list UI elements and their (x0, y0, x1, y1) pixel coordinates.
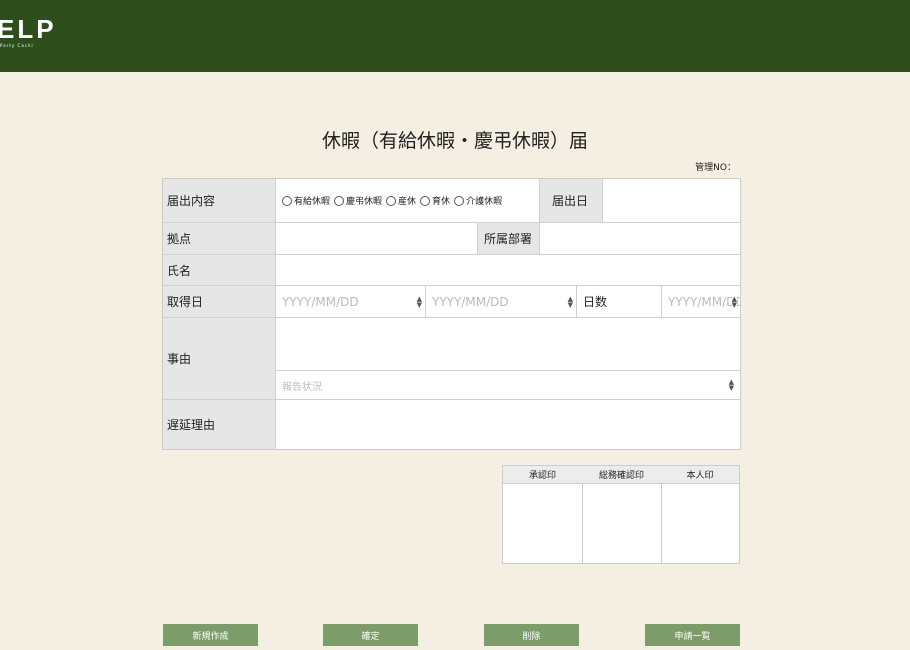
acquisition-date-label: 取得日 (163, 286, 276, 318)
radio-nursing-leave[interactable]: 介護休暇 (454, 194, 502, 207)
dept-input[interactable] (540, 223, 740, 255)
dept-label: 所属部署 (477, 223, 540, 255)
stamp-header-approval: 承認印 (503, 466, 582, 484)
logo[interactable]: ELP (0, 14, 57, 45)
leave-request-form: 届出内容 有給休暇 慶弔休暇 産休 育休 介護休暇 届出日 拠点 所属部署 氏名… (162, 178, 741, 450)
days-label: 日数 (577, 286, 662, 318)
radio-circle-icon (420, 195, 431, 206)
radio-paid-leave[interactable]: 有給休暇 (282, 194, 330, 207)
radio-circle-icon (454, 195, 465, 206)
management-no-label: 管理NO： (695, 163, 736, 173)
stamp-header-self: 本人印 (661, 466, 739, 484)
new-button[interactable]: 新規作成 (163, 624, 258, 646)
radio-circle-icon (386, 195, 397, 206)
app-header: ELP Party Cachi (0, 0, 910, 72)
radio-circle-icon (282, 195, 292, 206)
days-input[interactable]: YYYY/MM/DD ▲ ▼ (662, 286, 740, 318)
radio-circle-icon (334, 195, 345, 206)
spinner-icon[interactable]: ▲ ▼ (417, 295, 422, 308)
name-label: 氏名 (163, 255, 276, 286)
base-input[interactable] (276, 223, 477, 255)
start-date-input[interactable]: YYYY/MM/DD ▲ ▼ (276, 286, 426, 318)
stamp-area: 承認印 総務確認印 本人印 (502, 465, 740, 564)
name-input[interactable] (276, 255, 740, 286)
base-label: 拠点 (163, 223, 276, 255)
request-list-button[interactable]: 申請一覧 (645, 624, 740, 646)
radio-childcare-leave[interactable]: 育休 (420, 194, 450, 207)
reason-label: 事由 (163, 318, 276, 400)
end-date-input[interactable]: YYYY/MM/DD ▲ ▼ (426, 286, 577, 318)
stamp-header-general-affairs: 総務確認印 (582, 466, 661, 484)
spinner-icon[interactable]: ▲ ▼ (568, 295, 573, 308)
delete-button[interactable]: 削除 (484, 624, 579, 646)
notice-content-label: 届出内容 (163, 179, 276, 223)
report-status-select[interactable]: 報告状況 ▲ ▼ (276, 371, 740, 400)
confirm-button[interactable]: 確定 (323, 624, 418, 646)
spinner-icon[interactable]: ▲ ▼ (731, 295, 737, 308)
radio-bereavement-leave[interactable]: 慶弔休暇 (334, 194, 382, 207)
delay-reason-textarea[interactable] (276, 400, 740, 449)
logo-subtitle: Party Cachi (0, 43, 34, 48)
delay-reason-label: 遅延理由 (163, 400, 276, 449)
page-title: 休暇（有給休暇・慶弔休暇）届 (321, 130, 588, 152)
spinner-icon[interactable]: ▲ ▼ (729, 379, 734, 392)
notice-date-input[interactable] (603, 179, 740, 223)
notice-date-label: 届出日 (540, 179, 603, 223)
leave-type-radio-group: 有給休暇 慶弔休暇 産休 育休 介護休暇 (276, 179, 540, 223)
reason-textarea[interactable] (276, 318, 740, 371)
radio-maternity-leave[interactable]: 産休 (386, 194, 416, 207)
